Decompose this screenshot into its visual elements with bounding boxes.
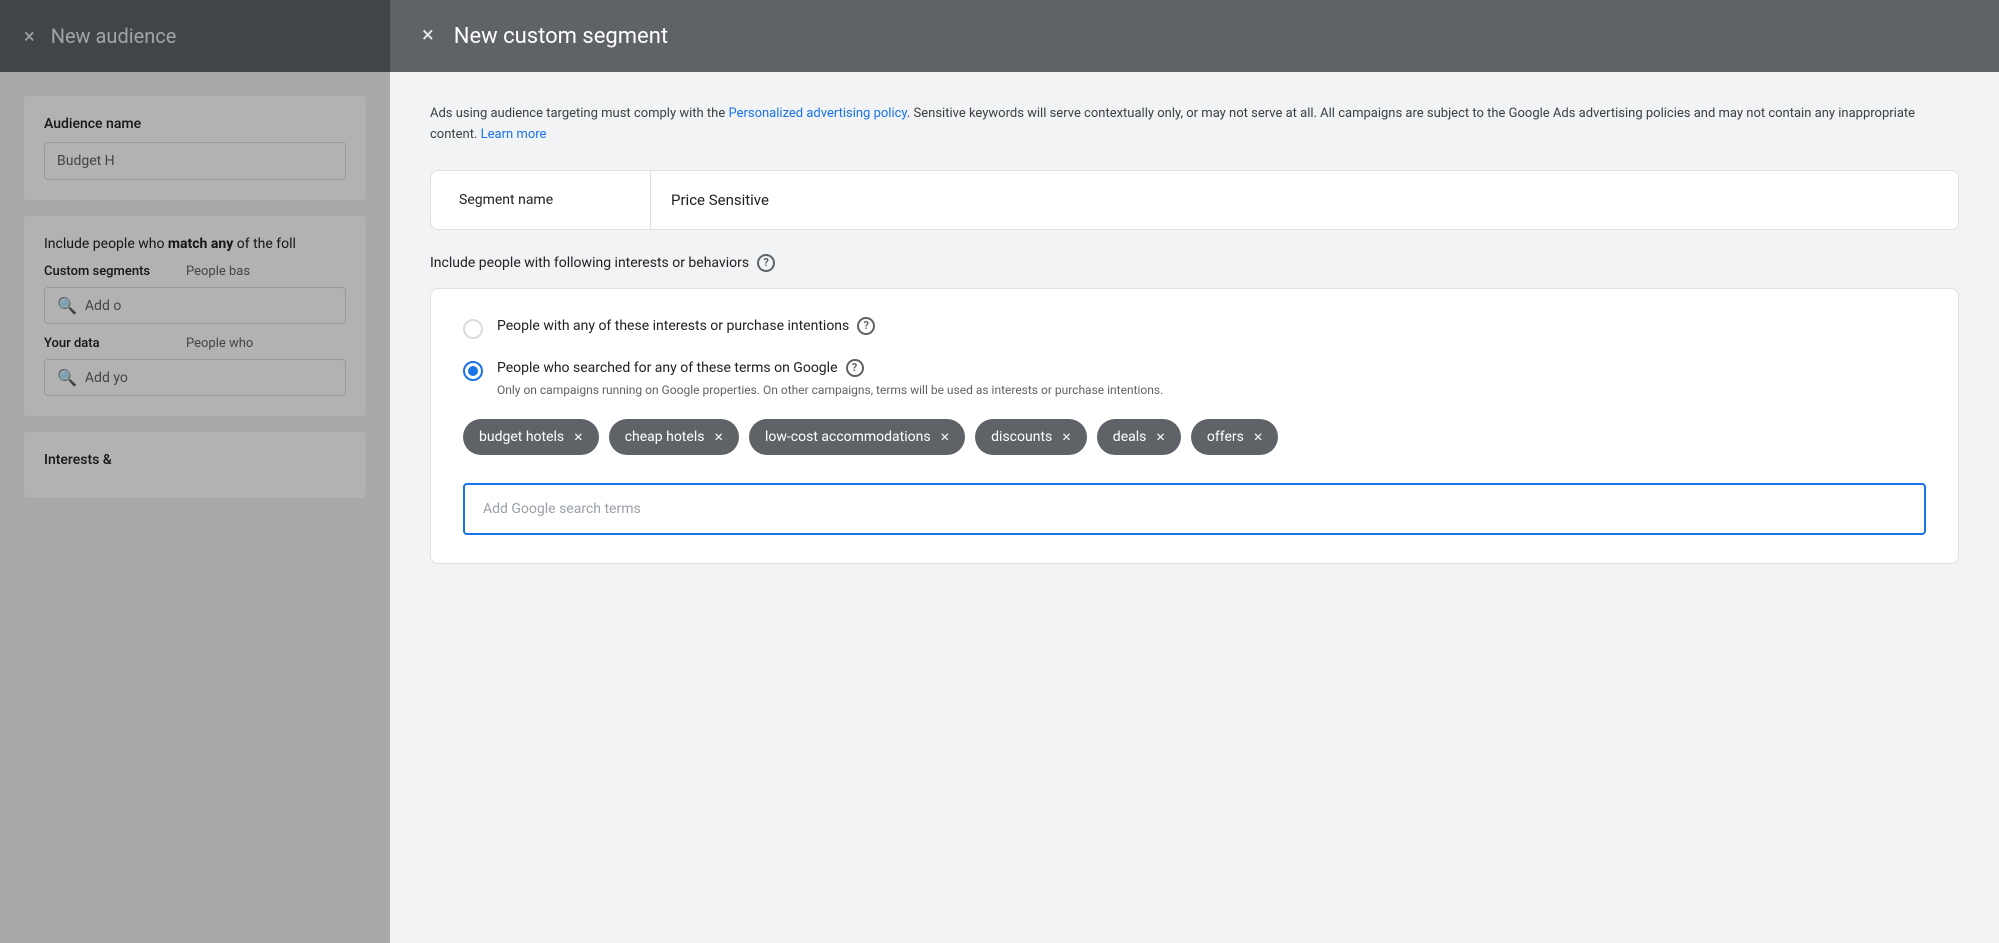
radio-circle-search[interactable] bbox=[463, 361, 483, 381]
tag-label-cheap-hotels: cheap hotels bbox=[625, 429, 705, 445]
interests-help-icon[interactable]: ? bbox=[757, 254, 775, 272]
tag-remove-cheap-hotels[interactable]: × bbox=[714, 429, 723, 445]
tag-label-deals: deals bbox=[1113, 429, 1147, 445]
tag-label-low-cost-accommodations: low-cost accommodations bbox=[765, 429, 931, 445]
option1-help-icon[interactable]: ? bbox=[857, 317, 875, 335]
tag-low-cost-accommodations: low-cost accommodations × bbox=[749, 419, 965, 455]
personalized-advertising-policy-link[interactable]: Personalized advertising policy bbox=[728, 106, 906, 121]
options-card: People with any of these interests or pu… bbox=[430, 288, 1959, 564]
tag-remove-low-cost-accommodations[interactable]: × bbox=[941, 429, 950, 445]
segment-name-card: Segment name bbox=[430, 170, 1959, 230]
option2-help-icon[interactable]: ? bbox=[846, 359, 864, 377]
dialog-body: Ads using audience targeting must comply… bbox=[390, 72, 1999, 943]
tag-remove-offers[interactable]: × bbox=[1254, 429, 1263, 445]
radio-main-interests: People with any of these interests or pu… bbox=[497, 317, 1926, 335]
tag-remove-discounts[interactable]: × bbox=[1062, 429, 1071, 445]
dialog-title: New custom segment bbox=[454, 24, 668, 49]
tag-label-budget-hotels: budget hotels bbox=[479, 429, 564, 445]
tag-deals: deals × bbox=[1097, 419, 1181, 455]
radio-sub-search: Only on campaigns running on Google prop… bbox=[497, 381, 1926, 399]
learn-more-link[interactable]: Learn more bbox=[481, 127, 547, 142]
segment-name-input[interactable] bbox=[651, 171, 1958, 229]
custom-segment-dialog: × New custom segment Ads using audience … bbox=[390, 0, 1999, 943]
radio-text-search: People who searched for any of these ter… bbox=[497, 359, 1926, 399]
policy-notice: Ads using audience targeting must comply… bbox=[430, 104, 1959, 146]
interests-behaviors-label: Include people with following interests … bbox=[430, 254, 1959, 272]
tag-label-discounts: discounts bbox=[991, 429, 1052, 445]
tag-remove-budget-hotels[interactable]: × bbox=[574, 429, 583, 445]
tag-cheap-hotels: cheap hotels × bbox=[609, 419, 739, 455]
segment-name-label: Segment name bbox=[431, 171, 651, 229]
tag-offers: offers × bbox=[1191, 419, 1279, 455]
dialog-header: × New custom segment bbox=[390, 0, 1999, 72]
tag-remove-deals[interactable]: × bbox=[1156, 429, 1165, 445]
tag-label-offers: offers bbox=[1207, 429, 1244, 445]
overlay bbox=[0, 0, 390, 943]
radio-text-interests: People with any of these interests or pu… bbox=[497, 317, 1926, 335]
tag-budget-hotels: budget hotels × bbox=[463, 419, 599, 455]
radio-option-search[interactable]: People who searched for any of these ter… bbox=[463, 359, 1926, 399]
radio-option-interests[interactable]: People with any of these interests or pu… bbox=[463, 317, 1926, 339]
search-terms-tags: budget hotels × cheap hotels × low-cost … bbox=[463, 419, 1926, 455]
radio-circle-interests[interactable] bbox=[463, 319, 483, 339]
dialog-close-icon[interactable]: × bbox=[422, 25, 434, 47]
tag-discounts: discounts × bbox=[975, 419, 1087, 455]
search-terms-input[interactable] bbox=[463, 483, 1926, 535]
radio-main-search: People who searched for any of these ter… bbox=[497, 359, 1926, 377]
